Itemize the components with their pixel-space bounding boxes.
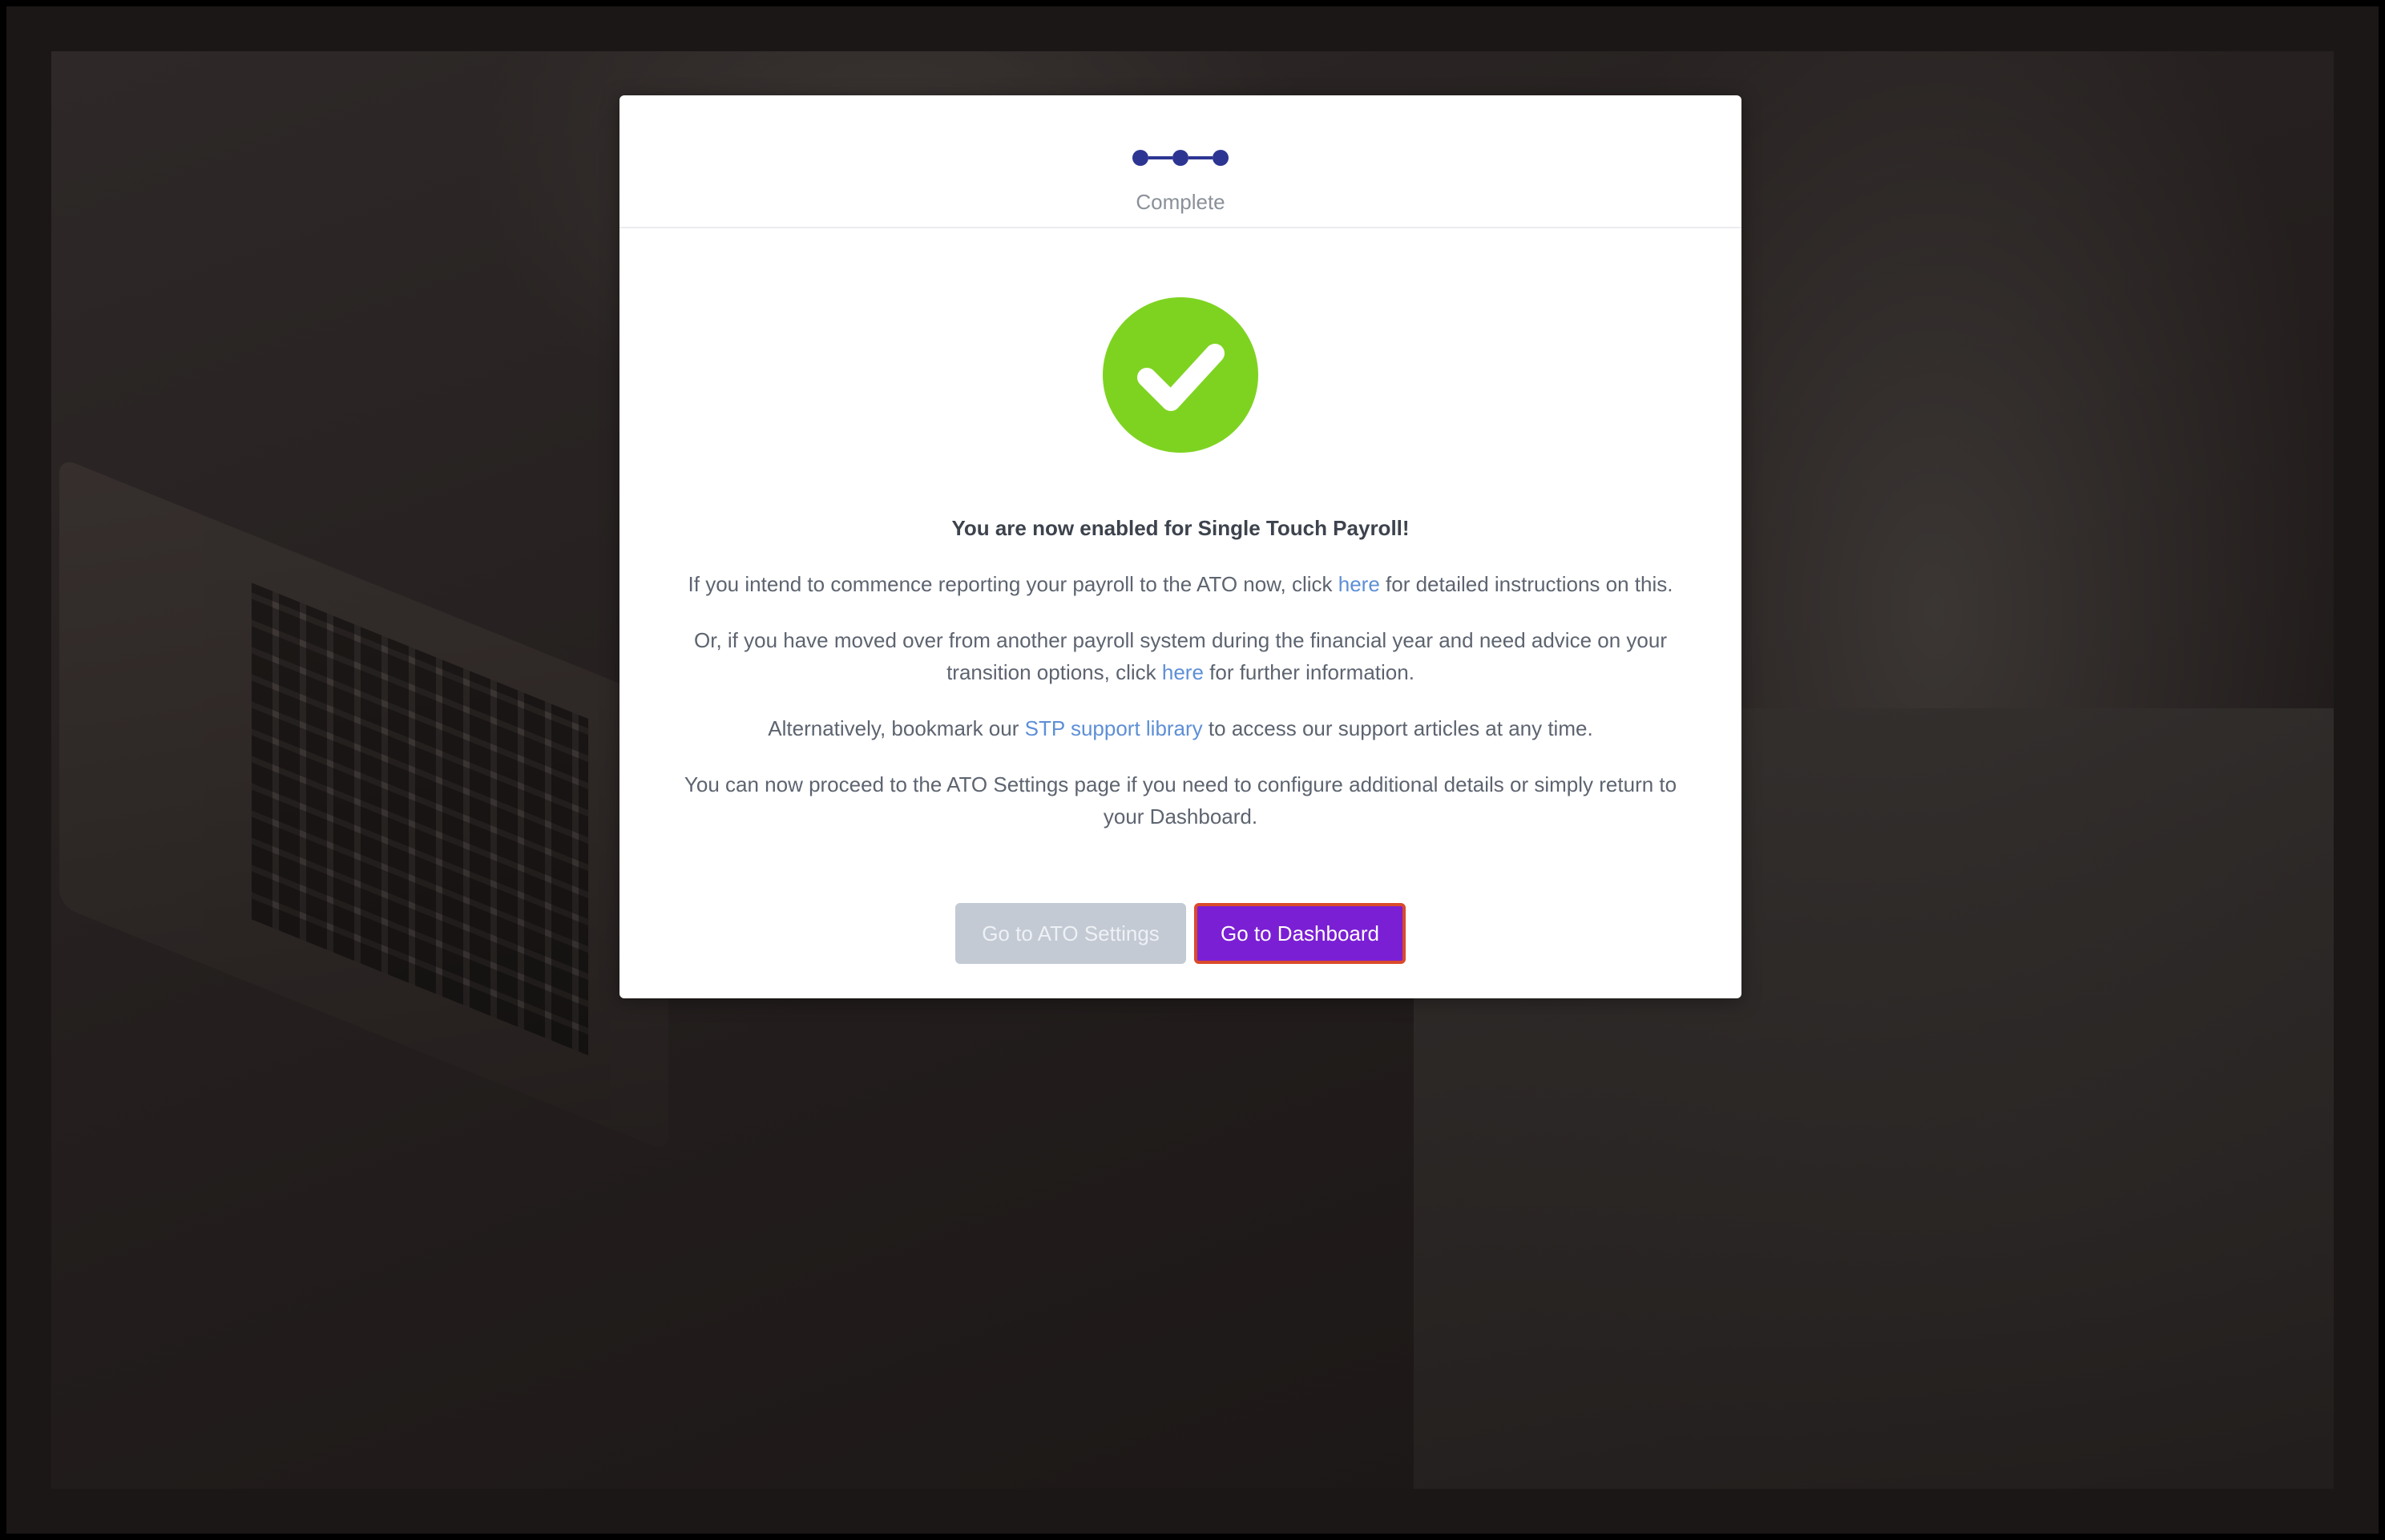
laptop-image	[59, 457, 668, 1152]
instructions-text-end: for detailed instructions on this.	[1379, 572, 1673, 596]
proceed-paragraph: You can now proceed to the ATO Settings …	[684, 772, 1677, 828]
keyboard-image	[252, 583, 588, 1056]
go-to-ato-settings-button[interactable]: Go to ATO Settings	[955, 903, 1186, 964]
step-connector	[1188, 156, 1213, 159]
library-text: Alternatively, bookmark our	[768, 716, 1025, 740]
transition-text-end: for further information.	[1203, 660, 1414, 684]
library-paragraph: Alternatively, bookmark our STP support …	[668, 712, 1693, 744]
instructions-paragraph: If you intend to commence reporting your…	[668, 568, 1693, 600]
instructions-here-link[interactable]: here	[1338, 572, 1380, 596]
instructions-text: If you intend to commence reporting your…	[688, 572, 1338, 596]
step-connector	[1148, 156, 1172, 159]
transition-paragraph: Or, if you have moved over from another …	[668, 624, 1693, 688]
library-text-end: to access our support articles at any ti…	[1202, 716, 1593, 740]
stp-complete-modal: Complete You are now enabled for Single …	[619, 95, 1741, 998]
message-body: You are now enabled for Single Touch Pay…	[668, 512, 1693, 857]
step-label: Complete	[1136, 190, 1225, 214]
transition-here-link[interactable]: here	[1162, 660, 1204, 684]
action-buttons: Go to ATO Settings Go to Dashboard	[619, 903, 1741, 964]
step-1-dot	[1132, 150, 1148, 166]
step-3-dot	[1213, 150, 1229, 166]
check-icon	[1103, 297, 1258, 453]
stp-support-library-link[interactable]: STP support library	[1025, 716, 1203, 740]
step-2-dot	[1172, 150, 1188, 166]
progress-stepper	[619, 148, 1741, 167]
go-to-dashboard-button[interactable]: Go to Dashboard	[1194, 903, 1406, 964]
success-headline: You are now enabled for Single Touch Pay…	[951, 516, 1410, 540]
header-divider	[619, 227, 1741, 228]
